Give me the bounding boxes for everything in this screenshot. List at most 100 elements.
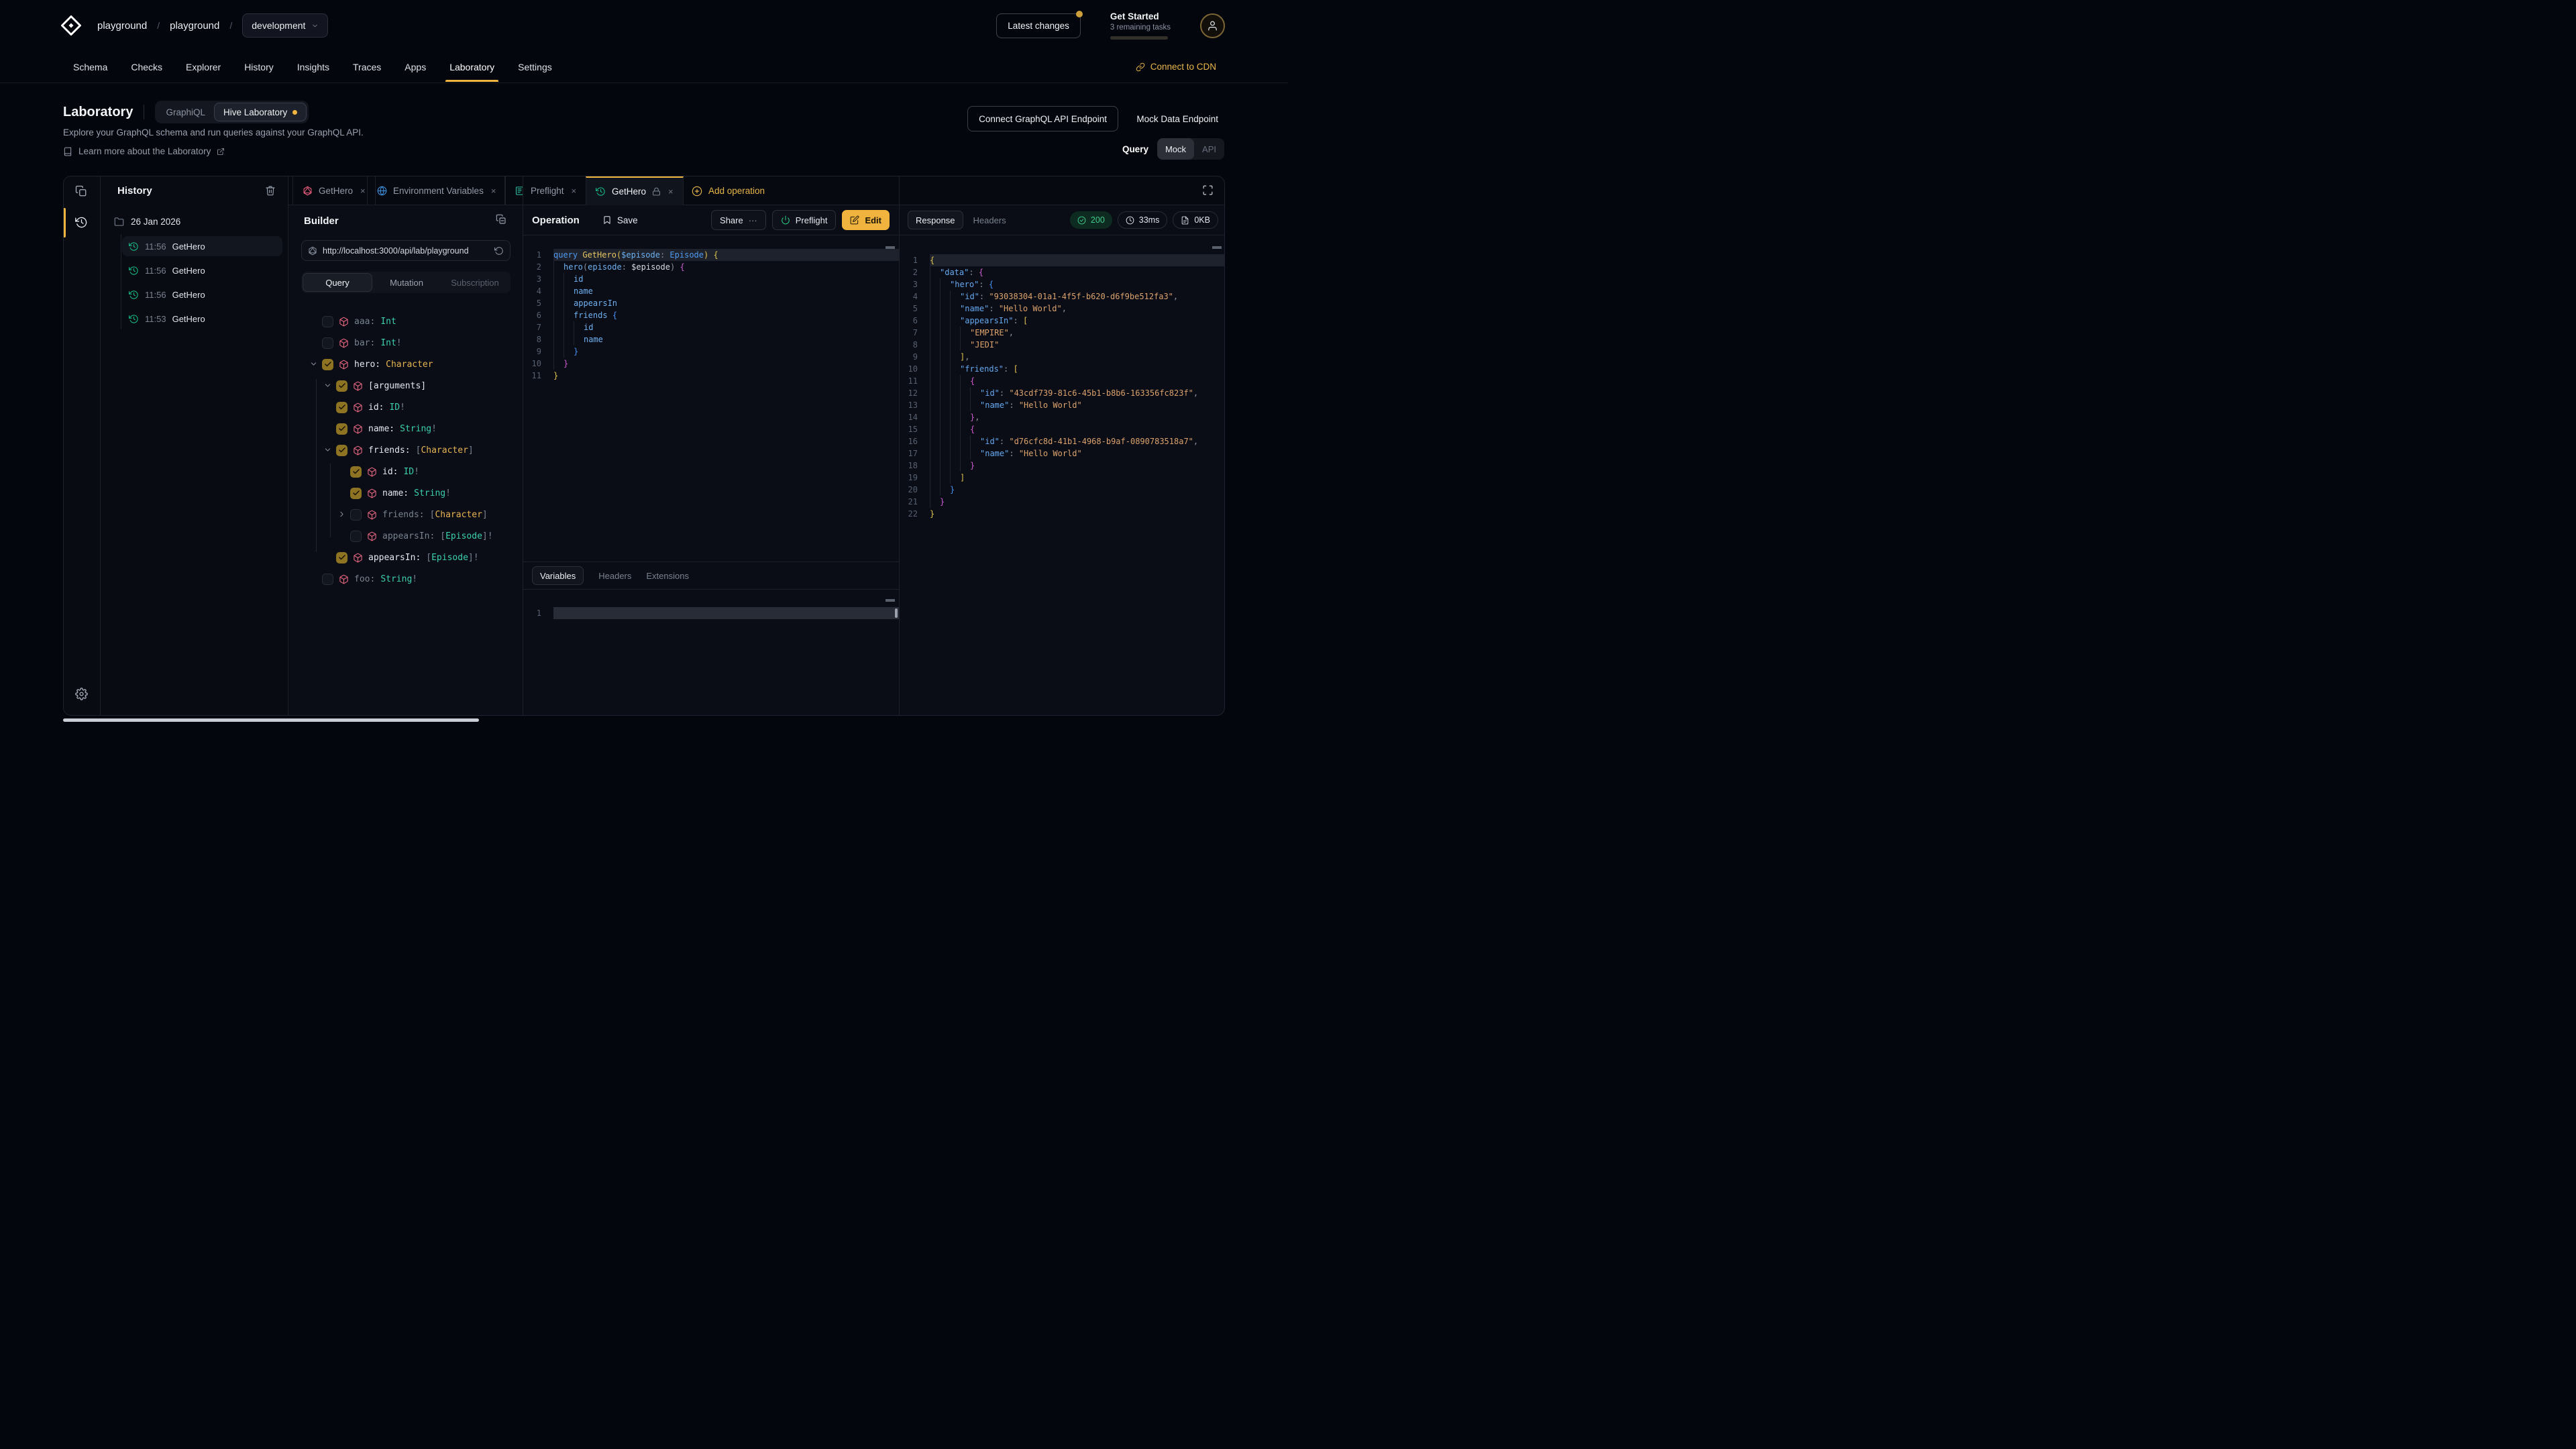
code-line[interactable]: 14}, bbox=[899, 411, 1225, 423]
mode-api[interactable]: API bbox=[1194, 138, 1224, 160]
code-line[interactable]: 19] bbox=[899, 472, 1225, 484]
nav-schema[interactable]: Schema bbox=[72, 52, 109, 82]
builder-tab-query[interactable]: Query bbox=[303, 273, 372, 292]
code-line[interactable]: 4name bbox=[523, 285, 899, 297]
copy-icon[interactable] bbox=[496, 214, 506, 225]
endpoint-url-input[interactable]: http://localhost:3000/api/lab/playground bbox=[301, 240, 511, 261]
field-checkbox[interactable] bbox=[336, 445, 347, 456]
learn-more-link[interactable]: Learn more about the Laboratory bbox=[63, 146, 225, 156]
field-checkbox[interactable] bbox=[336, 552, 347, 564]
toggle-graphiql[interactable]: GraphiQL bbox=[157, 103, 214, 121]
history-entry[interactable]: 11:56 GetHero bbox=[122, 284, 282, 305]
code-line[interactable]: 13"name": "Hello World" bbox=[899, 399, 1225, 411]
builder-tab-subscription[interactable]: Subscription bbox=[441, 273, 509, 292]
builder-field-row[interactable]: name:String! bbox=[288, 482, 523, 504]
save-button[interactable]: Save bbox=[602, 215, 638, 225]
breadcrumb-org[interactable]: playground bbox=[97, 20, 147, 32]
history-date-group[interactable]: 26 Jan 2026 bbox=[114, 217, 180, 227]
nav-settings[interactable]: Settings bbox=[517, 52, 553, 82]
latest-changes-button[interactable]: Latest changes bbox=[996, 13, 1081, 38]
builder-field-row[interactable]: name:String! bbox=[288, 418, 523, 439]
gear-icon[interactable] bbox=[75, 688, 88, 700]
tab-response-headers[interactable]: Headers bbox=[973, 215, 1006, 225]
code-line[interactable]: 22} bbox=[899, 508, 1225, 520]
chevron-down-icon[interactable] bbox=[309, 360, 319, 369]
field-checkbox[interactable] bbox=[322, 316, 333, 327]
builder-field-row[interactable]: [arguments] bbox=[288, 375, 523, 396]
field-checkbox[interactable] bbox=[322, 359, 333, 370]
builder-field-row[interactable]: foo:String! bbox=[288, 568, 523, 590]
builder-field-row[interactable]: id:ID! bbox=[288, 461, 523, 482]
code-line[interactable]: 6friends { bbox=[523, 309, 899, 321]
code-line[interactable]: 11} bbox=[523, 370, 899, 382]
nav-explorer[interactable]: Explorer bbox=[184, 52, 222, 82]
code-line[interactable]: 17"name": "Hello World" bbox=[899, 447, 1225, 460]
hive-logo-icon[interactable] bbox=[60, 15, 82, 36]
variables-editor[interactable]: 1 bbox=[523, 607, 899, 619]
code-line[interactable]: 10"friends": [ bbox=[899, 363, 1225, 375]
trash-icon[interactable] bbox=[265, 185, 276, 196]
connect-to-cdn-link[interactable]: Connect to CDN bbox=[1136, 51, 1216, 83]
response-editor[interactable]: 1{2"data": {3"hero": {4"id": "93038304-0… bbox=[899, 254, 1225, 520]
refresh-icon[interactable] bbox=[494, 246, 504, 256]
chevron-down-icon[interactable] bbox=[323, 445, 333, 455]
code-line[interactable]: 18} bbox=[899, 460, 1225, 472]
code-line[interactable]: 16"id": "d76cfc8d-41b1-4968-b9af-0890783… bbox=[899, 435, 1225, 447]
field-checkbox[interactable] bbox=[336, 423, 347, 435]
field-checkbox[interactable] bbox=[350, 531, 362, 542]
nav-insights[interactable]: Insights bbox=[296, 52, 331, 82]
field-checkbox[interactable] bbox=[322, 337, 333, 349]
code-line[interactable]: 4"id": "93038304-01a1-4f5f-b620-d6f9be51… bbox=[899, 290, 1225, 303]
code-line[interactable]: 8name bbox=[523, 333, 899, 345]
preflight-button[interactable]: Preflight bbox=[772, 210, 837, 230]
builder-field-row[interactable]: hero:Character bbox=[288, 354, 523, 375]
code-line[interactable]: 9], bbox=[899, 351, 1225, 363]
code-line[interactable]: 2hero(episode: $episode) { bbox=[523, 261, 899, 273]
environment-selector[interactable]: development bbox=[242, 13, 328, 38]
field-checkbox[interactable] bbox=[336, 380, 347, 392]
toggle-hive-laboratory[interactable]: Hive Laboratory bbox=[214, 103, 307, 121]
chevron-down-icon[interactable] bbox=[323, 381, 333, 390]
chevron-right-icon[interactable] bbox=[337, 510, 347, 519]
code-line[interactable]: 12"id": "43cdf739-81c6-45b1-b8b6-163356f… bbox=[899, 387, 1225, 399]
code-line[interactable]: 1query GetHero($episode: Episode) { bbox=[523, 249, 899, 261]
share-button[interactable]: Share ··· bbox=[711, 210, 766, 230]
nav-traces[interactable]: Traces bbox=[352, 52, 382, 82]
tab-headers[interactable]: Headers bbox=[598, 571, 631, 581]
collections-icon[interactable] bbox=[75, 185, 87, 197]
avatar[interactable] bbox=[1200, 13, 1225, 38]
nav-history[interactable]: History bbox=[243, 52, 275, 82]
horizontal-scrollbar[interactable] bbox=[63, 718, 479, 722]
history-entry[interactable]: 11:56 GetHero bbox=[122, 260, 282, 280]
tab-extensions[interactable]: Extensions bbox=[646, 571, 689, 581]
builder-tab-mutation[interactable]: Mutation bbox=[372, 273, 441, 292]
history-entry[interactable]: 11:53 GetHero bbox=[122, 309, 282, 329]
builder-field-row[interactable]: appearsIn:[Episode]! bbox=[288, 547, 523, 568]
code-line[interactable]: 5"name": "Hello World", bbox=[899, 303, 1225, 315]
builder-field-row[interactable]: friends:[Character] bbox=[288, 439, 523, 461]
builder-field-row[interactable]: friends:[Character] bbox=[288, 504, 523, 525]
field-checkbox[interactable] bbox=[350, 509, 362, 521]
code-line[interactable]: 15{ bbox=[899, 423, 1225, 435]
nav-checks[interactable]: Checks bbox=[129, 52, 164, 82]
code-line[interactable]: 10} bbox=[523, 358, 899, 370]
history-icon[interactable] bbox=[75, 216, 88, 229]
code-line[interactable]: 3"hero": { bbox=[899, 278, 1225, 290]
code-line[interactable]: 7id bbox=[523, 321, 899, 333]
code-line[interactable]: 5appearsIn bbox=[523, 297, 899, 309]
code-line[interactable]: 1 bbox=[523, 607, 899, 619]
mode-mock[interactable]: Mock bbox=[1157, 138, 1194, 160]
tab-variables[interactable]: Variables bbox=[532, 566, 584, 585]
code-line[interactable]: 20} bbox=[899, 484, 1225, 496]
nav-apps[interactable]: Apps bbox=[403, 52, 427, 82]
tab-response[interactable]: Response bbox=[908, 211, 963, 229]
code-line[interactable]: 7"EMPIRE", bbox=[899, 327, 1225, 339]
connect-endpoint-button[interactable]: Connect GraphQL API Endpoint bbox=[967, 106, 1118, 131]
code-line[interactable]: 11{ bbox=[899, 375, 1225, 387]
field-checkbox[interactable] bbox=[350, 466, 362, 478]
builder-field-row[interactable]: bar:Int! bbox=[288, 332, 523, 354]
code-line[interactable]: 8"JEDI" bbox=[899, 339, 1225, 351]
builder-field-row[interactable]: aaa:Int bbox=[288, 311, 523, 332]
nav-laboratory[interactable]: Laboratory bbox=[448, 52, 496, 82]
builder-field-row[interactable]: id:ID! bbox=[288, 396, 523, 418]
